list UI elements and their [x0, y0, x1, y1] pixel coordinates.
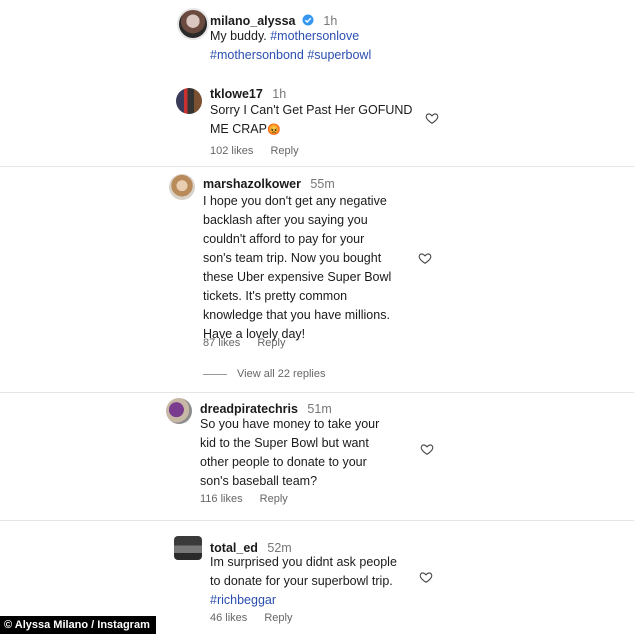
verified-icon: [302, 14, 314, 26]
comment-text: Sorry I Can't Get Past Her GOFUND ME CRA…: [210, 101, 412, 140]
comment-text-line: other people to donate to your: [200, 455, 367, 469]
comment-text-line: to donate for your superbowl trip.: [210, 574, 393, 588]
reply-button[interactable]: Reply: [260, 493, 288, 505]
comment-text-line: I hope you don't get any negative: [203, 194, 387, 208]
reply-button[interactable]: Reply: [264, 612, 292, 624]
hashtag-link[interactable]: #richbeggar: [210, 593, 276, 607]
post-time: 1h: [323, 14, 338, 28]
comment-text-line: Sorry I Can't Get Past Her GOFUND: [210, 103, 413, 117]
divider: [0, 392, 634, 393]
comment-meta: 116 likes Reply: [200, 493, 302, 505]
comment-meta: 87 likes Reply: [203, 337, 299, 349]
like-heart-icon[interactable]: [420, 442, 434, 456]
comment-text-line: ME CRAP: [210, 122, 267, 136]
comment-avatar[interactable]: [174, 536, 202, 560]
comment-avatar[interactable]: [176, 88, 202, 114]
view-replies-link[interactable]: View all 22 replies: [203, 368, 325, 380]
post-username[interactable]: milano_alyssa: [210, 14, 295, 28]
angry-emoji-icon: 😡: [266, 124, 281, 136]
comment-text-line: son's baseball team?: [200, 474, 318, 488]
divider: [0, 166, 634, 167]
comment-text-line: couldn't afford to pay for your: [203, 232, 365, 246]
likes-count[interactable]: 87 likes: [203, 337, 240, 349]
comment-text-line: these Uber expensive Super Bowl: [203, 270, 392, 284]
comment-meta: 102 likes Reply: [210, 145, 313, 157]
comment-text-line: So you have money to take your: [200, 417, 380, 431]
comment-username[interactable]: dreadpiratechris: [200, 402, 298, 416]
post-avatar[interactable]: [177, 8, 209, 40]
reply-button[interactable]: Reply: [257, 337, 285, 349]
view-replies-line: [203, 373, 227, 375]
comment-text: So you have money to take your kid to th…: [200, 415, 379, 491]
hashtag-link[interactable]: #superbowl: [307, 48, 371, 62]
reply-button[interactable]: Reply: [270, 145, 298, 157]
comment-text: Im surprised you didnt ask people to don…: [210, 553, 397, 610]
comment-username[interactable]: tklowe17: [210, 87, 263, 101]
hashtag-link[interactable]: #mothersonbond: [210, 48, 304, 62]
comment-time: 1h: [272, 87, 287, 101]
comment-avatar[interactable]: [166, 398, 192, 424]
comment-text-line: knowledge that you have millions.: [203, 308, 390, 322]
likes-count[interactable]: 46 likes: [210, 612, 247, 624]
photo-credit: © Alyssa Milano / Instagram: [0, 616, 156, 634]
comment-username[interactable]: marshazolkower: [203, 177, 301, 191]
comment-meta: 46 likes Reply: [210, 612, 306, 624]
comment-text-line: backlash after you saying you: [203, 213, 368, 227]
comment-text-line: tickets. It's pretty common: [203, 289, 348, 303]
comment-text-line: son's team trip. Now you bought: [203, 251, 382, 265]
comment-text-line: kid to the Super Bowl but want: [200, 436, 369, 450]
post-caption: My buddy. #mothersonlove #mothersonbond …: [210, 27, 371, 65]
like-heart-icon[interactable]: [418, 251, 432, 265]
comment-text: I hope you don't get any negative backla…: [203, 192, 391, 344]
like-heart-icon[interactable]: [419, 570, 433, 584]
comment-text-line: Im surprised you didnt ask people: [210, 555, 397, 569]
likes-count[interactable]: 102 likes: [210, 145, 253, 157]
comment-header: marshazolkower 55m: [203, 175, 335, 193]
comment-time: 51m: [307, 402, 332, 416]
likes-count[interactable]: 116 likes: [200, 493, 243, 505]
comment-avatar[interactable]: [169, 174, 195, 200]
post-caption-text: My buddy.: [210, 29, 267, 43]
like-heart-icon[interactable]: [425, 111, 439, 125]
comment-time: 55m: [310, 177, 335, 191]
hashtag-link[interactable]: #mothersonlove: [270, 29, 359, 43]
divider: [0, 520, 634, 521]
view-replies-label[interactable]: View all 22 replies: [237, 368, 325, 380]
